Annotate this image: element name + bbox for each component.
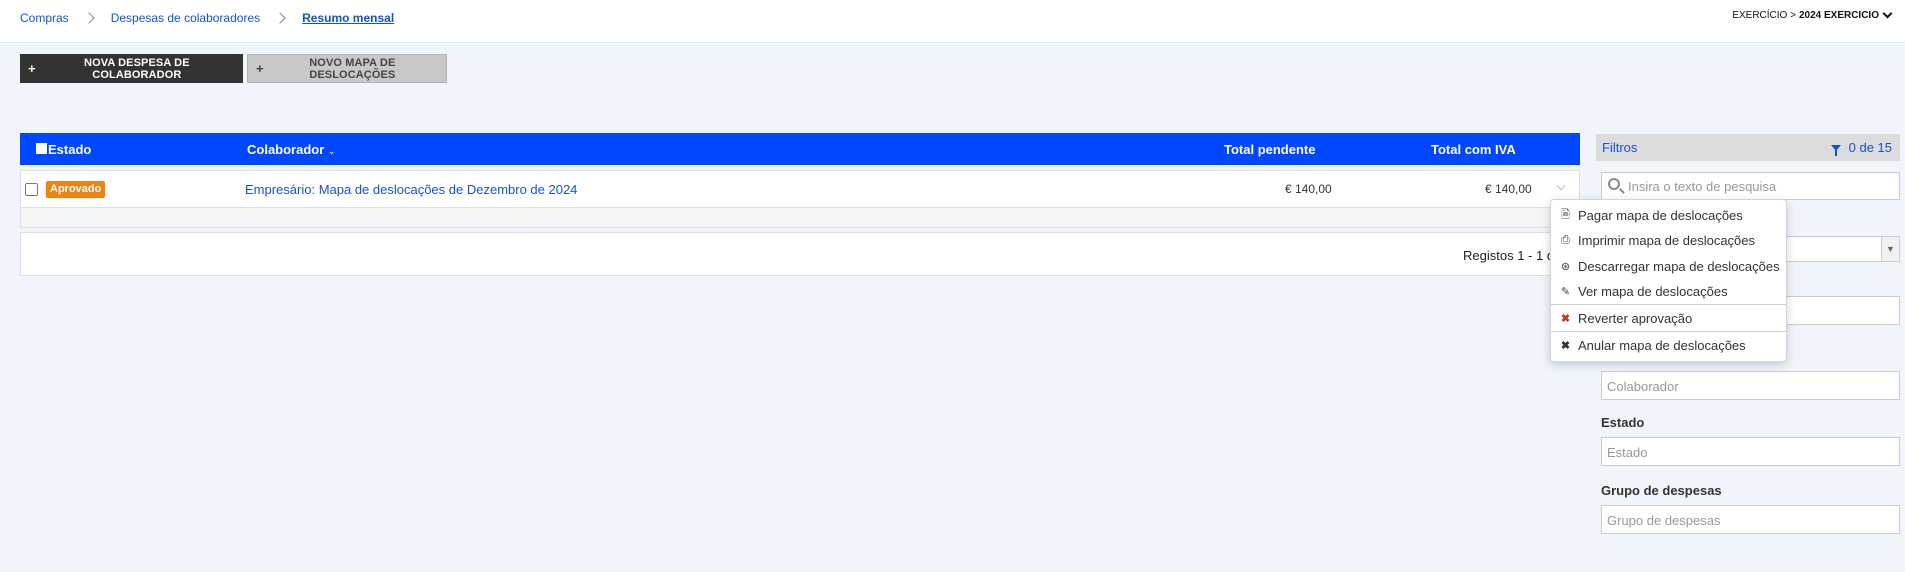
column-header-total-pendente[interactable]: Total pendente bbox=[1224, 142, 1315, 157]
filters-count: 0 de 15 bbox=[1830, 140, 1892, 156]
breadcrumb-compras[interactable]: Compras bbox=[20, 11, 69, 25]
plus-icon: + bbox=[256, 61, 264, 76]
select-all-checkbox[interactable] bbox=[36, 143, 47, 154]
colaborador-filter-field[interactable] bbox=[1601, 371, 1900, 400]
breadcrumb-resumo-mensal[interactable]: Resumo mensal bbox=[302, 11, 394, 25]
search-input[interactable] bbox=[1628, 177, 1896, 195]
print-icon: ⎙ bbox=[1561, 233, 1570, 246]
table-row[interactable]: Aprovado Empresário: Mapa de deslocações… bbox=[20, 170, 1580, 208]
row-total-pendente: € 140,00 bbox=[1285, 182, 1332, 196]
menu-item-ver-label: Ver mapa de deslocações bbox=[1578, 283, 1728, 299]
menu-item-anular[interactable]: ✖ Anular mapa de deslocações bbox=[1551, 333, 1786, 357]
grupo-despesas-filter-input[interactable] bbox=[1607, 512, 1892, 528]
breadcrumb-despesas-colaboradores[interactable]: Despesas de colaboradores bbox=[111, 11, 260, 25]
row-checkbox[interactable] bbox=[25, 183, 38, 196]
revert-x-icon: ✖ bbox=[1560, 312, 1571, 325]
file-icon: 🗎 bbox=[1561, 208, 1570, 221]
menu-item-imprimir-label: Imprimir mapa de deslocações bbox=[1578, 232, 1756, 248]
new-travel-map-button[interactable]: + NOVO MAPA DE DESLOCAÇÕES bbox=[247, 54, 447, 83]
new-expense-label: NOVA DESPESA DE COLABORADOR bbox=[84, 56, 190, 81]
filter-icon bbox=[1830, 144, 1841, 156]
filters-title: Filtros bbox=[1602, 140, 1638, 155]
exercise-value: 2024 EXERCICIO bbox=[1798, 10, 1879, 21]
menu-item-anular-label: Anular mapa de deslocações bbox=[1578, 337, 1746, 353]
new-expense-button[interactable]: + NOVA DESPESA DE COLABORADOR bbox=[20, 54, 243, 83]
column-header-colaborador[interactable]: Colaborador ⌄ bbox=[247, 142, 335, 157]
exercise-selector[interactable]: EXERCÍCIO > 2024 EXERCICIO bbox=[1732, 8, 1893, 21]
table-header: Estado Colaborador ⌄ Total pendente Tota… bbox=[20, 133, 1580, 165]
menu-item-imprimir[interactable]: ⎙ Imprimir mapa de deslocações bbox=[1551, 228, 1786, 252]
chevron-right-icon bbox=[83, 12, 95, 24]
records-count: Registos 1 - 1 d bbox=[1463, 248, 1555, 263]
top-bar: Compras Despesas de colaboradores Resumo… bbox=[0, 0, 1905, 43]
menu-item-pagar[interactable]: 🗎 Pagar mapa de deslocações bbox=[1551, 203, 1786, 227]
breadcrumb: Compras Despesas de colaboradores Resumo… bbox=[20, 11, 394, 25]
menu-item-ver[interactable]: ✎ Ver mapa de deslocações bbox=[1551, 279, 1786, 303]
dropdown-arrow-icon[interactable]: ▼ bbox=[1881, 237, 1899, 261]
chevron-down-icon bbox=[1882, 8, 1893, 19]
row-actions-chevron-icon[interactable] bbox=[1556, 181, 1566, 191]
filters-count-label: 0 de 15 bbox=[1848, 140, 1892, 155]
row-description-link[interactable]: Empresário: Mapa de deslocações de Dezem… bbox=[245, 182, 577, 197]
menu-divider bbox=[1551, 331, 1786, 332]
column-header-estado[interactable]: Estado bbox=[48, 142, 91, 157]
estado-filter-label: Estado bbox=[1601, 415, 1645, 430]
grupo-despesas-filter-field[interactable] bbox=[1601, 505, 1900, 534]
search-box[interactable] bbox=[1601, 172, 1900, 200]
estado-filter-field[interactable] bbox=[1601, 437, 1900, 466]
table-row-spacer bbox=[20, 208, 1580, 228]
menu-item-pagar-label: Pagar mapa de deslocações bbox=[1578, 207, 1743, 223]
estado-filter-input[interactable] bbox=[1607, 444, 1892, 460]
pencil-icon: ✎ bbox=[1560, 285, 1571, 298]
table-footer: Registos 1 - 1 d bbox=[20, 232, 1580, 276]
search-icon bbox=[1608, 178, 1620, 190]
menu-item-reverter-label: Reverter aprovação bbox=[1578, 310, 1693, 326]
menu-divider bbox=[1551, 304, 1786, 305]
colaborador-filter-input[interactable] bbox=[1607, 378, 1892, 394]
cancel-x-icon: ✖ bbox=[1560, 339, 1571, 352]
filters-header[interactable]: Filtros 0 de 15 bbox=[1596, 134, 1900, 161]
new-travel-map-label: NOVO MAPA DE DESLOCAÇÕES bbox=[309, 56, 396, 81]
exercise-label: EXERCÍCIO > bbox=[1732, 10, 1796, 21]
download-icon: ⊛ bbox=[1560, 260, 1571, 273]
column-header-colaborador-label: Colaborador bbox=[247, 142, 325, 157]
menu-item-reverter[interactable]: ✖ Reverter aprovação bbox=[1551, 306, 1786, 330]
menu-item-descarregar-label: Descarregar mapa de deslocações bbox=[1578, 258, 1780, 274]
plus-icon: + bbox=[28, 61, 36, 76]
sort-indicator-icon: ⌄ bbox=[327, 146, 336, 156]
row-total-com-iva: € 140,00 bbox=[1485, 182, 1532, 196]
status-badge: Aprovado bbox=[46, 181, 106, 198]
menu-item-descarregar[interactable]: ⊛ Descarregar mapa de deslocações bbox=[1551, 254, 1786, 278]
grupo-despesas-filter-label: Grupo de despesas bbox=[1601, 483, 1722, 498]
column-header-total-com-iva[interactable]: Total com IVA bbox=[1431, 142, 1516, 157]
row-context-menu: 🗎 Pagar mapa de deslocações ⎙ Imprimir m… bbox=[1550, 199, 1787, 362]
chevron-right-icon bbox=[274, 12, 286, 24]
